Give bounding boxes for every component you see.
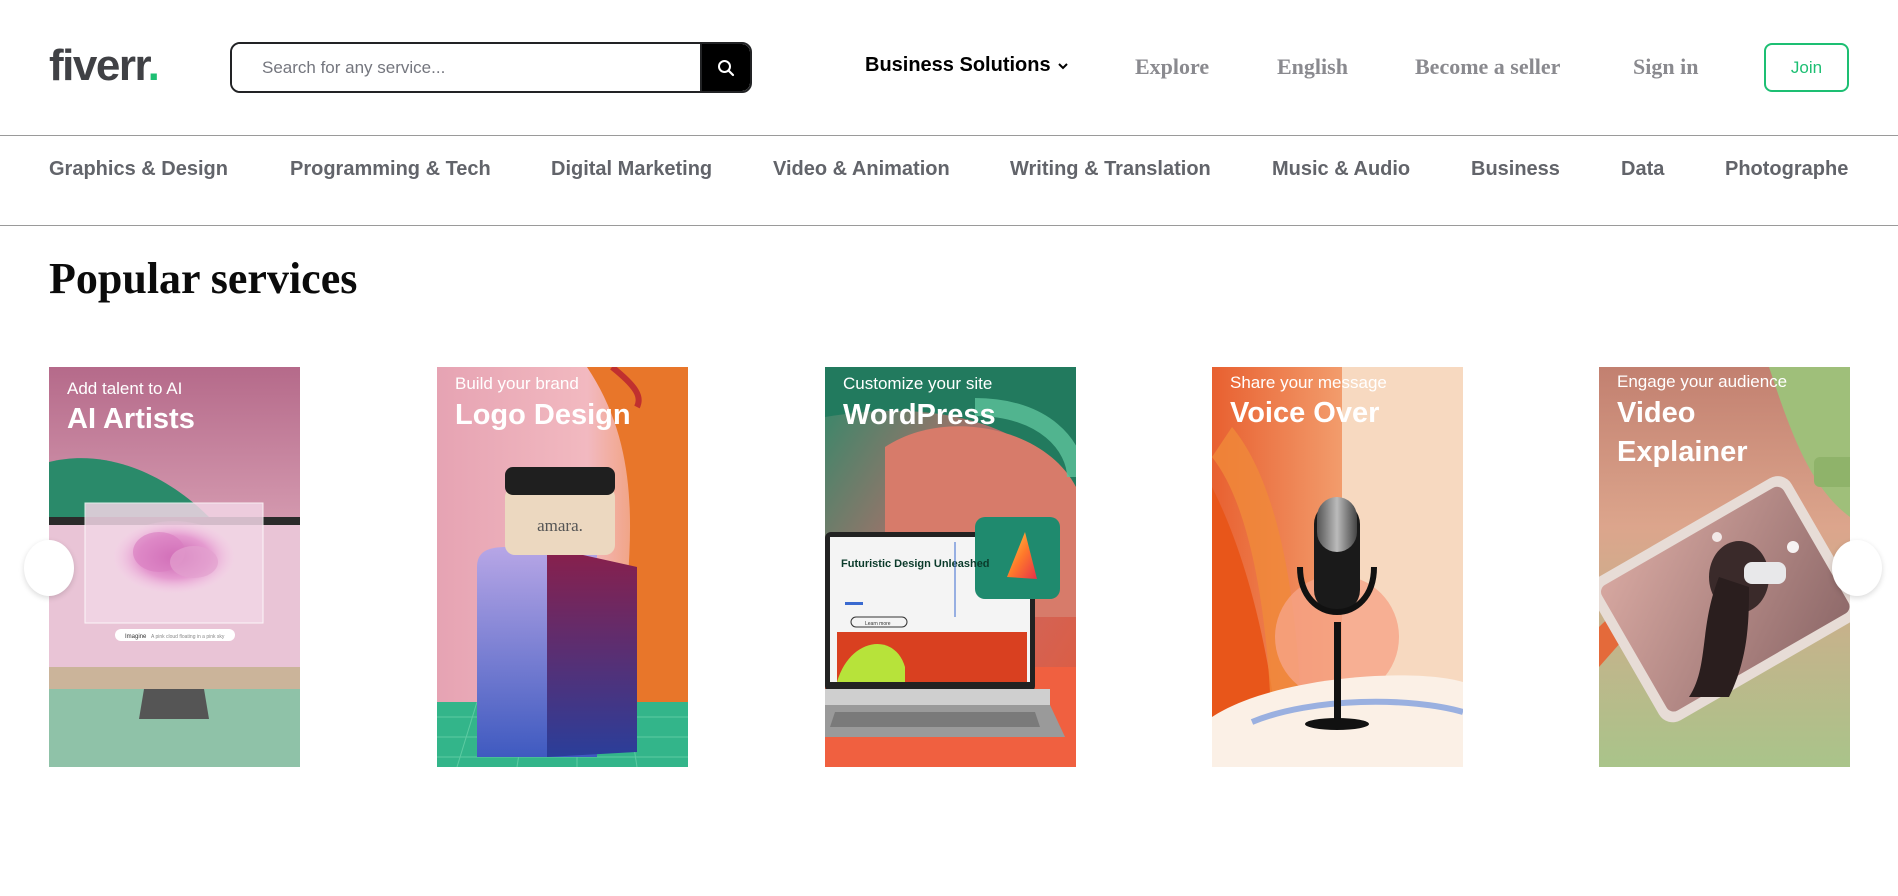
category-menu: Graphics & Design Programming & Tech Dig… bbox=[0, 136, 1898, 226]
language-link[interactable]: English bbox=[1277, 54, 1348, 80]
card-subtitle: Share your message bbox=[1230, 373, 1387, 392]
logo-wordmark: fiverr bbox=[49, 41, 149, 90]
service-card-ai-artists[interactable]: Imagine A pink cloud floating in a pink … bbox=[49, 367, 300, 767]
site-header: fiverr. Business Solutions Explore Engli… bbox=[0, 0, 1898, 136]
business-solutions-menu[interactable]: Business Solutions bbox=[865, 54, 1069, 77]
category-writing-translation[interactable]: Writing & Translation bbox=[1010, 158, 1211, 181]
fiverr-logo[interactable]: fiverr. bbox=[49, 40, 160, 92]
become-seller-link[interactable]: Become a seller bbox=[1415, 54, 1560, 80]
search-input[interactable] bbox=[232, 44, 700, 91]
card-subtitle: Customize your site bbox=[843, 374, 993, 393]
ai-prompt-label: Imagine bbox=[125, 634, 147, 640]
sign-in-link[interactable]: Sign in bbox=[1633, 54, 1698, 80]
category-music-audio[interactable]: Music & Audio bbox=[1272, 158, 1410, 181]
laptop-heading: Futuristic Design Unleashed bbox=[841, 558, 990, 570]
jar-label: amara. bbox=[537, 516, 583, 535]
card-subtitle: Build your brand bbox=[455, 374, 579, 393]
ai-prompt-text: A pink cloud floating in a pink sky bbox=[151, 634, 225, 640]
carousel-prev-button[interactable] bbox=[24, 540, 74, 596]
card-subtitle: Engage your audience bbox=[1617, 372, 1788, 391]
service-card-voice-over[interactable]: Share your message Voice Over bbox=[1212, 367, 1463, 767]
category-graphics-design[interactable]: Graphics & Design bbox=[49, 158, 228, 181]
logo-dot: . bbox=[147, 41, 160, 90]
card-subtitle: Add talent to AI bbox=[67, 379, 183, 398]
card-title: AI Artists bbox=[67, 403, 195, 435]
card-title: WordPress bbox=[843, 399, 996, 431]
card-title-line1: Video bbox=[1617, 397, 1696, 429]
category-digital-marketing[interactable]: Digital Marketing bbox=[551, 158, 712, 181]
carousel-next-button[interactable] bbox=[1832, 540, 1882, 596]
join-button[interactable]: Join bbox=[1764, 43, 1849, 92]
search-button[interactable] bbox=[700, 44, 750, 91]
category-programming-tech[interactable]: Programming & Tech bbox=[290, 158, 491, 181]
card-title: Voice Over bbox=[1230, 397, 1380, 429]
service-card-video-explainer[interactable]: Engage your audience Video Explainer bbox=[1599, 367, 1850, 767]
search-bar bbox=[230, 42, 752, 93]
category-photography[interactable]: Photographe bbox=[1725, 158, 1848, 181]
card-title: Logo Design bbox=[455, 399, 631, 431]
business-solutions-label: Business Solutions bbox=[865, 54, 1051, 76]
service-card-wordpress[interactable]: Futuristic Design Unleashed Learn more C… bbox=[825, 367, 1076, 767]
category-data[interactable]: Data bbox=[1621, 158, 1664, 181]
service-card-logo-design[interactable]: amara. Build your brand Logo Design bbox=[437, 367, 688, 767]
explore-link[interactable]: Explore bbox=[1135, 54, 1209, 80]
card-title-line2: Explainer bbox=[1617, 436, 1748, 468]
category-business[interactable]: Business bbox=[1471, 158, 1560, 181]
search-icon bbox=[718, 59, 735, 76]
laptop-button: Learn more bbox=[865, 621, 891, 627]
card-title: Video Explainer bbox=[1617, 394, 1748, 472]
chevron-down-icon bbox=[1057, 62, 1068, 69]
category-video-animation[interactable]: Video & Animation bbox=[773, 158, 950, 181]
popular-services-heading: Popular services bbox=[49, 254, 358, 303]
